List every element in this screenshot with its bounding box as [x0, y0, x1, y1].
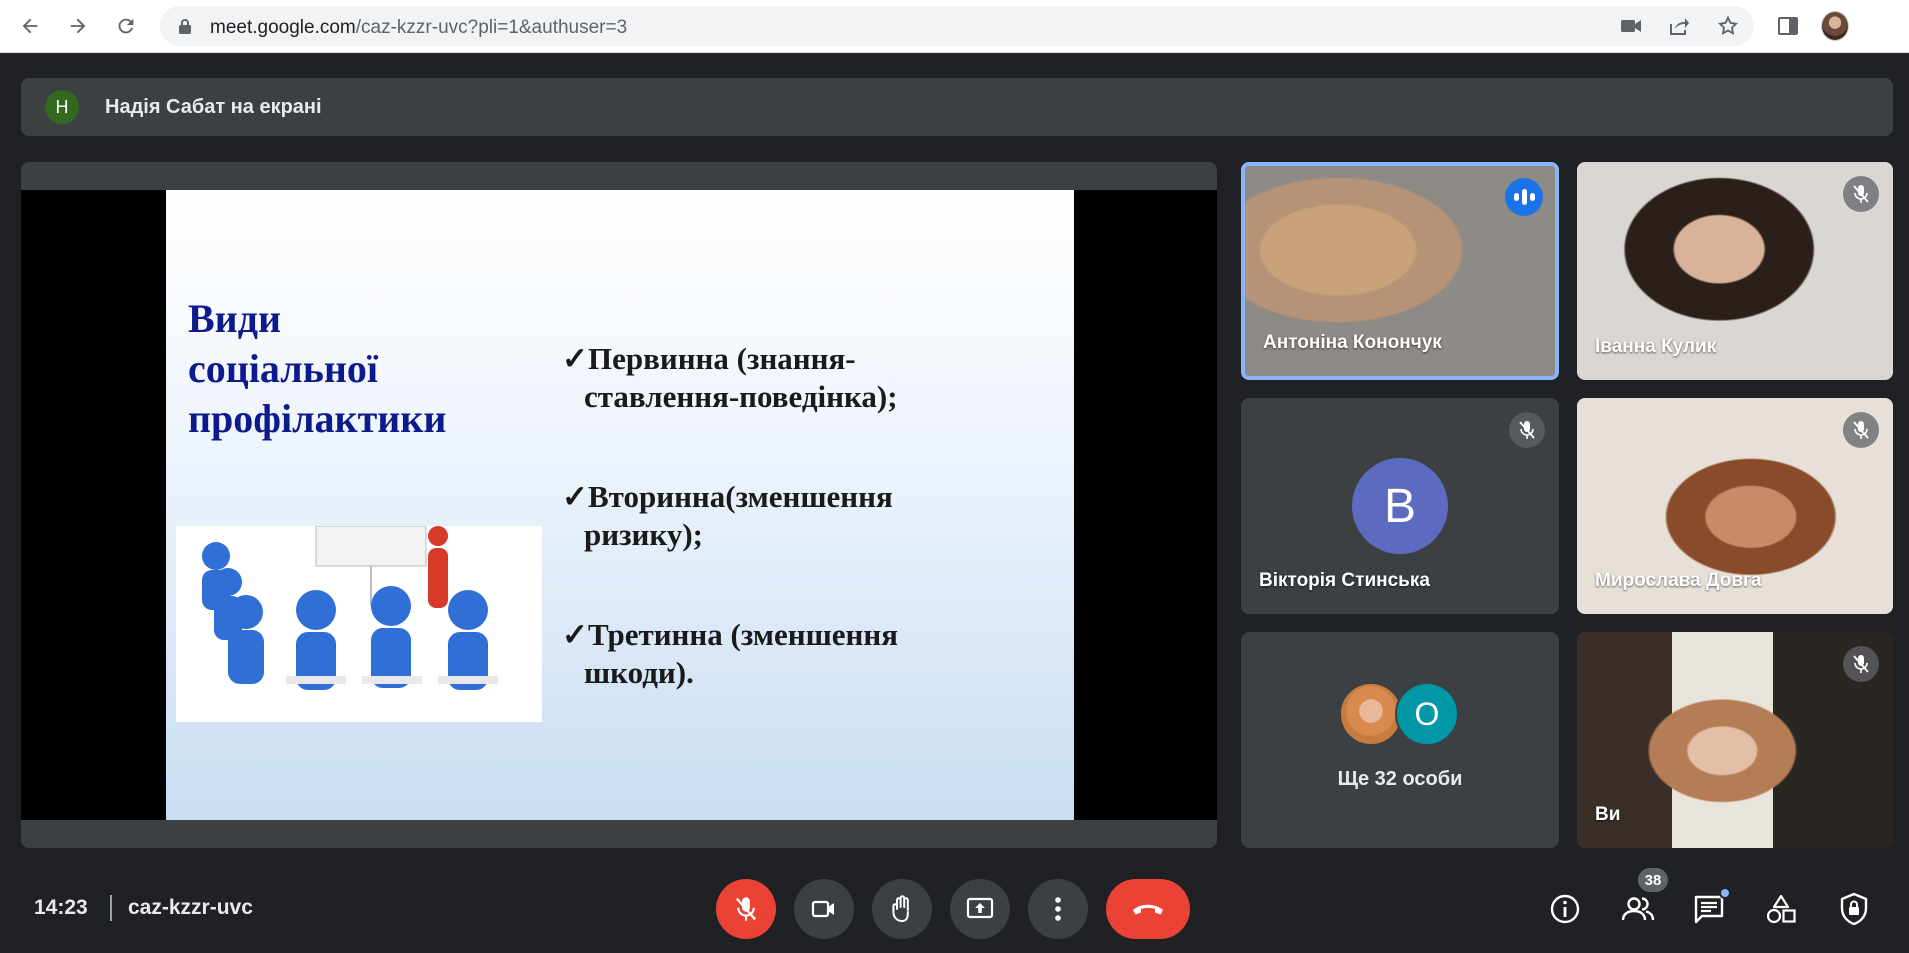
- mic-off-icon: [1509, 412, 1545, 448]
- bullet-line: ✓Третинна (зменшення: [562, 617, 899, 652]
- slide-title-line: Види: [188, 296, 282, 341]
- participant-avatar: В: [1352, 458, 1448, 554]
- meeting-details-button[interactable]: [1543, 887, 1587, 931]
- star-icon[interactable]: [1716, 14, 1740, 38]
- meeting-code: caz-kzzr-uvc: [128, 896, 253, 919]
- participant-name: Антоніна Конончук: [1263, 332, 1442, 353]
- more-vert-icon: [1055, 897, 1061, 921]
- participant-tile-myroslava[interactable]: Мирослава Довга: [1577, 398, 1893, 614]
- microphone-toggle-button[interactable]: [716, 879, 776, 939]
- chat-icon: [1694, 895, 1724, 924]
- lock-icon[interactable]: [178, 18, 192, 40]
- raise-hand-button[interactable]: [872, 879, 932, 939]
- back-arrow-icon[interactable]: [14, 10, 46, 42]
- presenting-banner: Н Надія Сабат на екрані: [21, 78, 1893, 136]
- host-controls-button[interactable]: [1832, 887, 1876, 931]
- divider: [110, 895, 112, 921]
- presenting-text: Надія Сабат на екрані: [105, 96, 322, 118]
- activities-button[interactable]: [1759, 887, 1803, 931]
- hang-up-icon: [1133, 904, 1163, 915]
- participant-avatar: [1339, 682, 1403, 746]
- more-participants-avatars: О: [1339, 682, 1469, 748]
- bullet-line: ставлення-поведінка);: [584, 379, 898, 414]
- people-icon: [1621, 897, 1655, 921]
- slide-bullet: ✓Первинна (знання- ставлення-поведінка);: [562, 340, 1062, 416]
- participant-tile-antonina[interactable]: Антоніна Конончук: [1241, 162, 1559, 380]
- participant-name: Іванна Кулик: [1595, 336, 1717, 357]
- slide-bullet: ✓Третинна (зменшення шкоди).: [562, 616, 1062, 692]
- slide-bullets: ✓Первинна (знання- ставлення-поведінка);…: [562, 340, 1062, 754]
- shapes-icon: [1766, 894, 1796, 924]
- bullet-line: шкоди).: [584, 655, 694, 690]
- participant-tile-ivanna[interactable]: Іванна Кулик: [1577, 162, 1893, 380]
- presenter-avatar: Н: [45, 90, 79, 124]
- shared-screen: Види соціальної профілактики ✓Первинна (…: [21, 190, 1217, 820]
- presentation-slide: Види соціальної профілактики ✓Первинна (…: [166, 190, 1074, 820]
- reload-icon[interactable]: [110, 10, 142, 42]
- participant-name: Мирослава Довга: [1595, 570, 1762, 591]
- people-button[interactable]: [1616, 887, 1660, 931]
- presentation-stage[interactable]: Види соціальної профілактики ✓Первинна (…: [21, 162, 1217, 848]
- browser-toolbar: meet.google.com/caz-kzzr-uvc?pli=1&authu…: [0, 0, 1909, 53]
- camera-blocked-icon[interactable]: [1619, 14, 1643, 38]
- present-screen-button[interactable]: [950, 879, 1010, 939]
- mic-off-icon: [1843, 412, 1879, 448]
- address-bar[interactable]: meet.google.com/caz-kzzr-uvc?pli=1&authu…: [160, 6, 1754, 46]
- hand-icon: [892, 895, 909, 923]
- profile-avatar[interactable]: [1821, 11, 1849, 41]
- mic-off-icon: [736, 897, 756, 921]
- mic-off-icon: [1843, 176, 1879, 212]
- slide-title: Види соціальної профілактики: [188, 294, 446, 444]
- camera-icon: [811, 900, 834, 918]
- more-participants-tile[interactable]: О Ще 32 особи: [1241, 632, 1559, 848]
- shield-lock-icon: [1840, 892, 1868, 926]
- present-icon: [966, 897, 994, 919]
- audience-clipart: [176, 525, 542, 722]
- camera-toggle-button[interactable]: [794, 879, 854, 939]
- slide-title-line: профілактики: [188, 396, 447, 441]
- leave-call-button[interactable]: [1106, 879, 1190, 939]
- slide-title-line: соціальної: [188, 346, 379, 391]
- share-icon[interactable]: [1667, 14, 1691, 38]
- slide-bullet: ✓Вторинна(зменшення ризику);: [562, 478, 1062, 554]
- mic-off-icon: [1843, 646, 1879, 682]
- bullet-line: ✓Вторинна(зменшення: [562, 479, 893, 514]
- chat-notification-dot: [1719, 887, 1731, 899]
- sidepanel-icon[interactable]: [1774, 12, 1802, 40]
- info-icon: [1550, 894, 1580, 924]
- speaking-indicator-icon: [1505, 178, 1543, 216]
- people-count-badge: 38: [1638, 868, 1668, 892]
- participant-name: Вікторія Стинська: [1259, 570, 1430, 591]
- participant-tile-viktoriia[interactable]: В Вікторія Стинська: [1241, 398, 1559, 614]
- url-text: meet.google.com/caz-kzzr-uvc?pli=1&authu…: [210, 17, 628, 38]
- bullet-line: ризику);: [584, 517, 703, 552]
- bullet-line: ✓Первинна (знання-: [562, 341, 856, 376]
- more-participants-label: Ще 32 особи: [1337, 768, 1463, 790]
- participant-name: Ви: [1595, 804, 1621, 825]
- participant-avatar: О: [1395, 682, 1459, 746]
- more-options-button[interactable]: [1028, 879, 1088, 939]
- forward-arrow-icon[interactable]: [62, 10, 94, 42]
- participant-tile-self[interactable]: Ви: [1577, 632, 1893, 848]
- meeting-clock: 14:23: [34, 896, 88, 919]
